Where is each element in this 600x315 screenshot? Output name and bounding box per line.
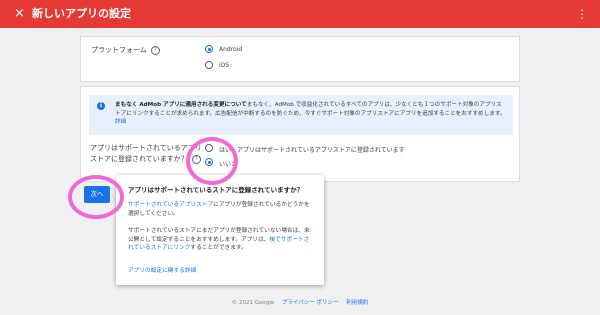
close-icon[interactable]: × — [14, 6, 25, 22]
copyright-text: © 2021 Google — [231, 300, 275, 306]
banner-heading: まもなく AdMob アプリに適用される変更について — [115, 102, 247, 108]
terms-link[interactable]: 利用規約 — [346, 300, 368, 306]
help-icon[interactable]: ? — [150, 45, 160, 55]
page-title: 新しいアプリの設定 — [32, 7, 131, 20]
radio-store-yes[interactable] — [205, 144, 213, 152]
popup-title: アプリはサポートされているストアに登録されていますか？ — [128, 186, 304, 194]
banner-learn-more-link[interactable]: 詳細 — [115, 119, 126, 125]
popup-paragraph-2: サポートされているストアにまだアプリが登録されていない場合は、未公開として設定す… — [128, 227, 314, 253]
supported-stores-link[interactable]: サポートされているアプリストア — [128, 202, 213, 208]
radio-android[interactable] — [205, 45, 213, 53]
store-card: i まもなく AdMob アプリに適用される変更についてまもなく、AdMob で… — [80, 86, 520, 182]
option-no-label: いいえ — [219, 161, 238, 168]
radio-store-no[interactable] — [205, 158, 213, 166]
help-popup: アプリはサポートされているストアに登録されていますか？ サポートされているアプリ… — [116, 175, 324, 285]
store-question-label: アプリはサポートされているアプリストアに登録されていますか？? — [90, 143, 202, 165]
platform-label: プラットフォーム? — [91, 45, 160, 55]
app-setup-learn-more-link[interactable]: アプリの設定に関する詳細 — [128, 268, 196, 274]
radio-ios[interactable] — [205, 61, 213, 69]
help-icon[interactable]: ? — [191, 154, 201, 164]
popup-p2-end: することができます。 — [190, 245, 247, 251]
option-android-label: Android — [219, 46, 243, 53]
popup-paragraph-1: サポートされているアプリストアにアプリが登録されているかどうかを選択してください… — [128, 201, 314, 218]
app-header: × 新しいアプリの設定 ⋮ — [0, 0, 600, 28]
footer: © 2021 Google プライバシー ポリシー 利用規約 — [0, 298, 600, 306]
platform-label-text: プラットフォーム — [91, 46, 147, 54]
next-button[interactable]: 次へ — [84, 186, 110, 203]
popup-paragraph-3: アプリの設定に関する詳細 — [128, 267, 314, 276]
privacy-policy-link[interactable]: プライバシー ポリシー — [282, 300, 339, 306]
more-options-icon[interactable]: ⋮ — [576, 6, 588, 22]
info-icon: i — [97, 102, 105, 110]
info-banner: i まもなく AdMob アプリに適用される変更についてまもなく、AdMob で… — [89, 95, 513, 135]
banner-text: まもなく AdMob アプリに適用される変更についてまもなく、AdMob で収益… — [115, 101, 507, 127]
option-ios-label: iOS — [219, 62, 230, 69]
store-question-text: アプリはサポートされているアプリストアに登録されていますか？ — [90, 144, 202, 163]
platform-card: プラットフォーム? Android iOS — [80, 36, 520, 82]
option-yes-label: はい、アプリはサポートされているアプリストアに登録されています — [219, 147, 405, 154]
